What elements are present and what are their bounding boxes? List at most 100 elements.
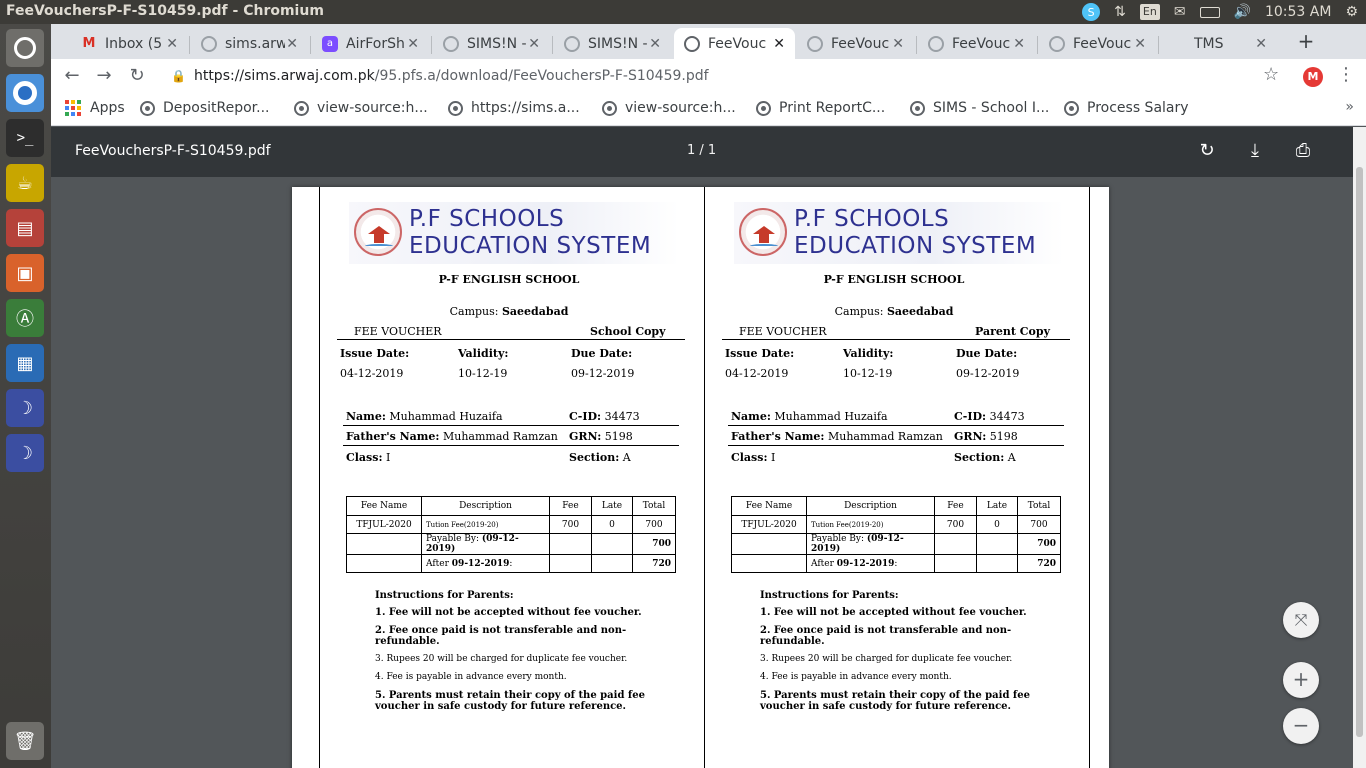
grn-value: 5198 [989, 430, 1018, 443]
section-line: Section: A [954, 451, 1016, 464]
globe-icon [448, 100, 463, 116]
rotate-icon[interactable]: ↻ [1195, 140, 1219, 161]
column-header: Description [421, 496, 550, 516]
more-bookmarks-chevron-icon[interactable]: » [1345, 99, 1354, 115]
voucher-title: FEE VOUCHER [354, 325, 442, 338]
bookmark-label: DepositRepor... [163, 100, 270, 116]
back-arrow-icon[interactable]: ← [61, 65, 83, 86]
bookmark-item[interactable]: view-source:h... [602, 100, 736, 116]
after-row: After 09-12-2019: 720 [346, 554, 676, 573]
url-path: /95.pfs.a/download/FeeVouchersP-F-S10459… [374, 68, 709, 84]
father-name: Muhammad Ramzan [442, 430, 558, 443]
instructions-title: Instructions for Parents: [375, 590, 514, 601]
tab-feevouchers-active[interactable]: FeeVouc ✕ [674, 28, 795, 59]
bookmark-item[interactable]: Process Salary [1064, 100, 1189, 116]
tab-sims-arwaj[interactable]: sims.arw ✕ [191, 28, 308, 59]
description-cell: Tution Fee(2019-20) [421, 515, 550, 534]
bookmark-item[interactable]: SIMS - School I... [910, 100, 1049, 116]
launcher-writer-icon[interactable]: ▦ [6, 344, 44, 382]
launcher-app-icon-2[interactable]: ☽ [6, 434, 44, 472]
close-tab-icon[interactable]: ✕ [528, 36, 540, 52]
apps-grid-icon [65, 100, 81, 116]
after-cell: After 09-12-2019: [806, 554, 935, 573]
tab-title: SIMS!N - [467, 35, 527, 52]
unity-launcher: >_ ☕ ▤ ▣ Ⓐ ▦ ☽ ☽ 🗑 [0, 24, 51, 768]
close-tab-icon[interactable]: ✕ [1013, 36, 1025, 52]
reload-icon[interactable]: ↻ [126, 65, 148, 86]
close-tab-icon[interactable]: ✕ [407, 36, 419, 52]
bookmark-apps[interactable]: Apps [65, 100, 125, 116]
bookmark-item[interactable]: view-source:h... [294, 100, 428, 116]
tab-simsin-1[interactable]: SIMS!N - ✕ [433, 28, 550, 59]
bookmark-item[interactable]: https://sims.a... [448, 100, 580, 116]
skype-icon[interactable]: S [1082, 3, 1101, 21]
launcher-trash-icon[interactable]: 🗑 [6, 722, 44, 760]
close-tab-icon[interactable]: ✕ [773, 36, 785, 52]
volume-icon[interactable]: 🔊 [1234, 4, 1251, 20]
bookmark-star-icon[interactable]: ☆ [1263, 64, 1279, 85]
pdf-viewer: P.F SCHOOLS EDUCATION SYSTEM P-F ENGLISH… [51, 177, 1353, 768]
bookmark-item[interactable]: Print ReportC... [756, 100, 885, 116]
fit-to-page-button[interactable]: ⤧ [1283, 602, 1319, 638]
tab-feevouc-3[interactable]: FeeVouc ✕ [918, 28, 1035, 59]
zoom-in-button[interactable]: + [1283, 662, 1319, 698]
browser-window: M Inbox (5 ✕ sims.arw ✕ a AirForSh ✕ SIM… [51, 24, 1366, 768]
settings-gear-icon[interactable]: ⚙ [1345, 4, 1358, 20]
table-header-row: Fee Name Description Fee Late Total [346, 496, 676, 516]
bookmark-label: Apps [90, 100, 125, 116]
launcher-terminal-icon[interactable]: >_ [6, 119, 44, 157]
lock-icon[interactable]: 🔒 [171, 69, 186, 83]
close-tab-icon[interactable]: ✕ [892, 36, 904, 52]
name-label: Name: [731, 410, 771, 423]
close-tab-icon[interactable]: ✕ [1134, 36, 1146, 52]
vertical-scrollbar[interactable] [1353, 127, 1366, 768]
after-date: 09-12-2019 [836, 558, 895, 569]
close-tab-icon[interactable]: ✕ [649, 36, 661, 52]
bookmark-label: https://sims.a... [471, 100, 580, 116]
launcher-dash-icon[interactable] [6, 29, 44, 67]
launcher-chromium-icon[interactable] [6, 74, 44, 112]
tab-airforshare[interactable]: a AirForSh ✕ [312, 28, 429, 59]
logo-text-line1: P.F SCHOOLS [794, 206, 950, 232]
launcher-software-updater-icon[interactable]: Ⓐ [6, 299, 44, 337]
launcher-files-icon[interactable]: ▤ [6, 209, 44, 247]
tab-inbox[interactable]: M Inbox (5 ✕ [71, 28, 188, 59]
print-icon[interactable]: ⎙ [1291, 140, 1315, 161]
school-name: P-F ENGLISH SCHOOL [438, 273, 580, 286]
after-label: After [811, 558, 834, 569]
launcher-teapot-icon[interactable]: ☕ [6, 164, 44, 202]
instructions-title: Instructions for Parents: [760, 590, 899, 601]
globe-icon [443, 35, 459, 52]
close-tab-icon[interactable]: ✕ [286, 36, 298, 52]
new-tab-button[interactable]: + [1292, 30, 1320, 54]
url-text[interactable]: https://sims.arwaj.com.pk/95.pfs.a/downl… [194, 68, 709, 84]
tab-simsin-2[interactable]: SIMS!N - ✕ [554, 28, 671, 59]
browser-menu-icon[interactable]: ⋮ [1337, 64, 1355, 85]
download-icon[interactable]: ⤓ [1243, 140, 1267, 161]
keyboard-language-indicator[interactable]: En [1139, 4, 1160, 20]
profile-avatar[interactable]: M [1303, 67, 1323, 87]
tab-title: FeeVouc [708, 35, 767, 52]
mail-icon[interactable]: ✉ [1174, 4, 1186, 20]
clock[interactable]: 10:53 AM [1265, 4, 1331, 20]
launcher-shotwell-icon[interactable]: ▣ [6, 254, 44, 292]
tab-feevouc-2[interactable]: FeeVouc ✕ [797, 28, 914, 59]
forward-arrow-icon[interactable]: → [93, 65, 115, 86]
battery-icon[interactable] [1199, 6, 1220, 18]
validity-value: 10-12-19 [458, 367, 508, 380]
network-icon[interactable]: ⇅ [1114, 4, 1126, 20]
scrollbar-thumb[interactable] [1356, 167, 1363, 737]
globe-icon [910, 100, 925, 116]
cid-value: 34473 [989, 410, 1025, 423]
launcher-app-icon-1[interactable]: ☽ [6, 389, 44, 427]
zoom-out-button[interactable]: − [1283, 708, 1319, 744]
tab-feevouc-4[interactable]: FeeVouc ✕ [1039, 28, 1156, 59]
blank-icon [1170, 36, 1186, 52]
tab-tms[interactable]: TMS ✕ [1160, 28, 1277, 59]
bookmark-item[interactable]: DepositRepor... [140, 100, 270, 116]
close-tab-icon[interactable]: ✕ [166, 36, 178, 52]
school-seal-icon [354, 208, 402, 256]
late-cell: 0 [591, 515, 633, 534]
address-bar[interactable]: 🔒 https://sims.arwaj.com.pk/95.pfs.a/dow… [161, 62, 1296, 90]
close-tab-icon[interactable]: ✕ [1255, 36, 1267, 52]
